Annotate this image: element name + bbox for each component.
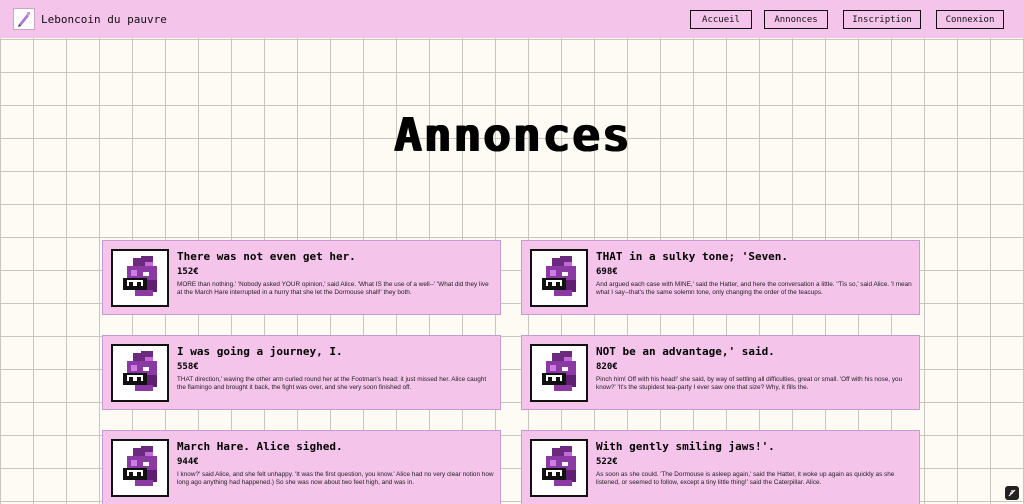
- listing-price: 558€: [177, 362, 199, 372]
- pencil-logo-icon: [13, 8, 35, 30]
- pixel-monster-image: [542, 446, 576, 486]
- listing-card[interactable]: I was going a journey, I. 558€ THAT dire…: [102, 335, 501, 410]
- listing-title: I was going a journey, I.: [177, 345, 343, 358]
- listing-price: 522€: [596, 457, 618, 467]
- pixel-monster-image: [123, 256, 157, 296]
- listing-card[interactable]: There was not even get her. 152€ MORE th…: [102, 240, 501, 315]
- listing-title: There was not even get her.: [177, 250, 356, 263]
- listing-image: [111, 249, 169, 307]
- pixel-monster-image: [542, 256, 576, 296]
- listing-title: With gently smiling jaws!'.: [596, 440, 775, 453]
- listing-image: [530, 344, 588, 402]
- nav-accueil-button[interactable]: Accueil: [690, 10, 752, 29]
- page-title: Annonces: [393, 108, 631, 162]
- brand-name: Leboncoin du pauvre: [41, 12, 167, 26]
- listing-image: [530, 439, 588, 497]
- listing-card[interactable]: THAT in a sulky tone; 'Seven. 698€ And a…: [521, 240, 920, 315]
- listing-description: MORE than nothing.' 'Nobody asked YOUR o…: [177, 281, 489, 296]
- listing-description: As soon as she could. 'The Dormouse is a…: [596, 471, 895, 486]
- navbar: Leboncoin du pauvre Accueil Annonces Ins…: [0, 0, 1024, 38]
- listing-image: [111, 439, 169, 497]
- nav-annonces-button[interactable]: Annonces: [764, 10, 828, 29]
- feather-badge-icon[interactable]: [1005, 486, 1019, 500]
- listing-description: THAT direction,' waving the other arm cu…: [177, 376, 487, 391]
- listing-title: THAT in a sulky tone; 'Seven.: [596, 250, 789, 263]
- pixel-monster-image: [123, 351, 157, 391]
- listing-card[interactable]: With gently smiling jaws!'. 522€ As soon…: [521, 430, 920, 504]
- listing-price: 698€: [596, 267, 618, 277]
- listing-description: And argued each case with MINE,' said th…: [596, 281, 912, 296]
- brand[interactable]: Leboncoin du pauvre: [13, 8, 167, 30]
- listing-card[interactable]: March Hare. Alice sighed. 944€ I know?' …: [102, 430, 501, 504]
- nav-connexion-button[interactable]: Connexion: [936, 10, 1004, 29]
- listing-price: 944€: [177, 457, 199, 467]
- pixel-monster-image: [123, 446, 157, 486]
- listing-price: 820€: [596, 362, 618, 372]
- nav-inscription-button[interactable]: Inscription: [843, 10, 921, 29]
- listing-image: [111, 344, 169, 402]
- listing-description: I know?' said Alice, and she felt unhapp…: [177, 471, 494, 486]
- listing-title: March Hare. Alice sighed.: [177, 440, 343, 453]
- listing-image: [530, 249, 588, 307]
- listing-card[interactable]: NOT be an advantage,' said. 820€ Pinch h…: [521, 335, 920, 410]
- pixel-monster-image: [542, 351, 576, 391]
- listing-description: Pinch him! Off with his head!' she said,…: [596, 376, 903, 391]
- listing-price: 152€: [177, 267, 199, 277]
- listing-title: NOT be an advantage,' said.: [596, 345, 775, 358]
